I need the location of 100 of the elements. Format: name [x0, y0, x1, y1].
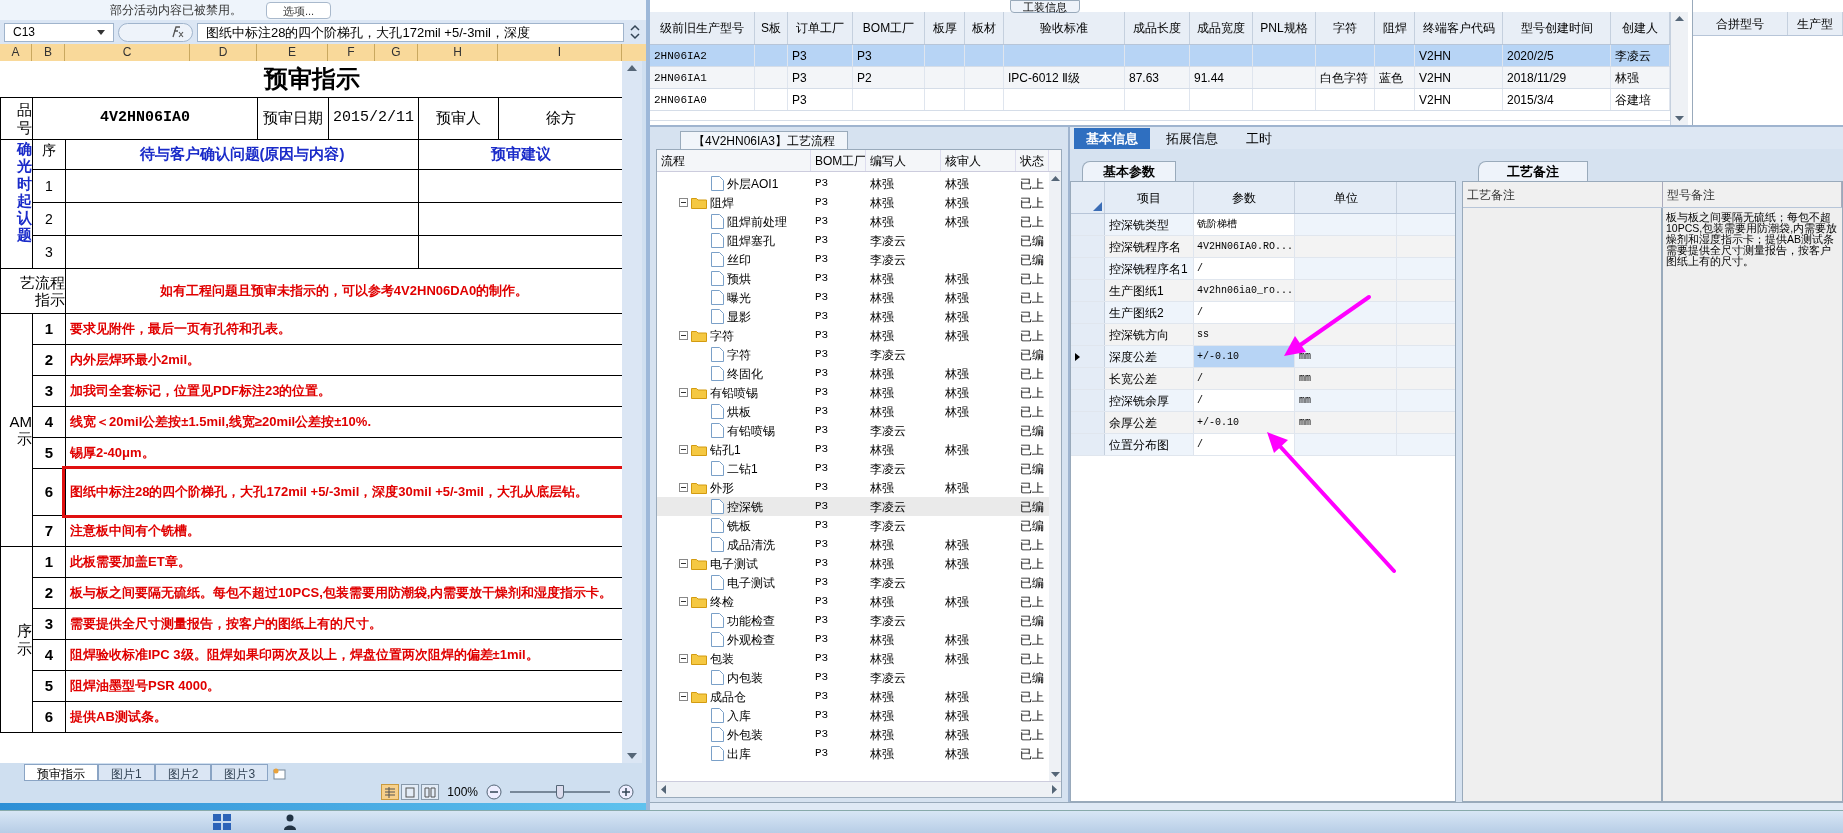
options-button[interactable]: 选项...	[266, 1, 332, 19]
column-header[interactable]: PNL规格	[1253, 12, 1316, 44]
table-cell[interactable]: 4V2HN06IA0.RO...	[1194, 236, 1295, 257]
tree-row[interactable]: 有铅喷锡 P3 李凌云 已编	[657, 421, 1049, 440]
row-selector[interactable]	[1071, 346, 1105, 367]
table-row[interactable]: 2HN06IA1 P3 P2 IPC-6012 Ⅱ级 87.63 91.44 白色字符 蓝色 V2HN 2018/11/29 林强	[650, 67, 1670, 89]
panel-tab[interactable]: 工装信息	[1010, 0, 1080, 13]
tree-row[interactable]: 二钻1 P3 李凌云 已编	[657, 459, 1049, 478]
table-cell[interactable]: 铣阶梯槽	[1194, 214, 1295, 235]
normal-view-button[interactable]	[381, 784, 400, 800]
column-header[interactable]: 编写人	[866, 150, 941, 171]
table-cell[interactable]: /	[1194, 368, 1295, 389]
column-header[interactable]: 验收标准	[1004, 12, 1125, 44]
column-header[interactable]: 工艺备注	[1463, 182, 1663, 207]
table-cell[interactable]: /	[1194, 258, 1295, 279]
column-header[interactable]: 板材	[965, 12, 1004, 44]
tree-row[interactable]: 字符 P3 林强 林强 已上	[657, 326, 1049, 345]
tree-row[interactable]: 成品清洗 P3 林强 林强 已上	[657, 535, 1049, 554]
scrollbar[interactable]	[657, 781, 1061, 797]
column-header[interactable]: 核审人	[941, 150, 1016, 171]
table-cell-text: 林强	[869, 175, 895, 193]
panel-tab[interactable]: 工艺备注	[1478, 161, 1588, 181]
tree-row[interactable]: 电子测试 P3 李凌云 已编	[657, 573, 1049, 592]
file-icon	[711, 423, 724, 438]
table-cell[interactable]: /	[1194, 302, 1295, 323]
tree-row[interactable]: 字符 P3 李凌云 已编	[657, 345, 1049, 364]
tab[interactable]: 基本信息	[1074, 128, 1150, 149]
scrollbar[interactable]	[1049, 172, 1061, 781]
column-header[interactable]: S板	[755, 12, 788, 44]
tree-row[interactable]: 外形 P3 林强 林强 已上	[657, 478, 1049, 497]
table-cell[interactable]: /	[1194, 390, 1295, 411]
column-header[interactable]: 生产型	[1788, 12, 1843, 35]
panel-tab[interactable]: 基本参数	[1082, 161, 1176, 181]
page-break-button[interactable]	[421, 784, 440, 800]
column-header[interactable]: 级前旧生产型号	[650, 12, 755, 44]
column-header[interactable]: 型号备注	[1663, 182, 1842, 207]
tree-row[interactable]: 控深铣 P3 李凌云 已编	[657, 497, 1049, 516]
column-header[interactable]: BOM工厂	[811, 150, 866, 171]
tree-row[interactable]: 功能检查 P3 李凌云 已编	[657, 611, 1049, 630]
table-row[interactable]: 2HN06IA0 P3 V2HN 2015/3/4 谷建培	[650, 89, 1670, 111]
tree-row[interactable]: 电子测试 P3 林强 林强 已上	[657, 554, 1049, 573]
column-header[interactable]: 流程	[657, 150, 811, 171]
corner-icon	[1093, 202, 1102, 211]
tree-row[interactable]: 终检 P3 林强 林强 已上	[657, 592, 1049, 611]
table-cell-text: 林强	[944, 631, 970, 649]
formula-field[interactable]: 图纸中标注28的四个阶梯孔，大孔172mil +5/-3mil，深度	[197, 22, 624, 42]
tree-row[interactable]: 烘板 P3 林强 林强 已上	[657, 402, 1049, 421]
tree-row[interactable]: 外包装 P3 林强 林强 已上	[657, 725, 1049, 744]
table-cell: V2HN	[1415, 67, 1503, 88]
column-header[interactable]: 成品长度	[1125, 12, 1190, 44]
table-cell[interactable]: 4v2hn06ia0_ro...	[1194, 280, 1295, 301]
tab[interactable]: 拓展信息	[1154, 128, 1230, 149]
tree-row[interactable]: 阻焊 P3 林强 林强 已上	[657, 193, 1049, 212]
tree-row[interactable]: 内包装 P3 李凌云 已编	[657, 668, 1049, 687]
tree-row[interactable]: 预烘 P3 林强 林强 已上	[657, 269, 1049, 288]
table-cell[interactable]: +/-0.10	[1194, 346, 1295, 367]
tree-row[interactable]: 包装 P3 林强 林强 已上	[657, 649, 1049, 668]
sheet-tab[interactable]: 预审指示	[24, 764, 98, 781]
tree-row[interactable]: 钻孔1 P3 林强 林强 已上	[657, 440, 1049, 459]
column-header[interactable]: 阻焊	[1375, 12, 1415, 44]
scrollbar[interactable]	[1670, 12, 1688, 125]
tree-row[interactable]: 入库 P3 林强 林强 已上	[657, 706, 1049, 725]
tree-row[interactable]: 外观检查 P3 林强 林强 已上	[657, 630, 1049, 649]
sheet-tab[interactable]: 图片3	[211, 764, 269, 781]
tree-row[interactable]: 终固化 P3 林强 林强 已上	[657, 364, 1049, 383]
column-header[interactable]: 参数	[1194, 182, 1295, 213]
column-header[interactable]: 订单工厂	[788, 12, 853, 44]
column-header[interactable]: 字符	[1316, 12, 1375, 44]
column-header[interactable]: 型号创建时间	[1503, 12, 1611, 44]
table-cell-text: 李凌云	[869, 574, 907, 592]
tree-row[interactable]: 显影 P3 林强 林强 已上	[657, 307, 1049, 326]
tree-row[interactable]: 曝光 P3 林强 林强 已上	[657, 288, 1049, 307]
column-header[interactable]: BOM工厂	[853, 12, 925, 44]
tab[interactable]: 工时	[1234, 128, 1284, 149]
name-box[interactable]: C13	[4, 22, 114, 42]
tree-row[interactable]: 出库 P3 林强 林强 已上	[657, 744, 1049, 763]
column-header[interactable]: 单位	[1295, 182, 1397, 213]
page-layout-button[interactable]	[401, 784, 420, 800]
tree-row[interactable]: 铣板 P3 李凌云 已编	[657, 516, 1049, 535]
tree-row[interactable]: 成品仓 P3 林强 林强 已上	[657, 687, 1049, 706]
panel-tab[interactable]: 【4V2HN06IA3】工艺流程	[680, 131, 849, 149]
column-header[interactable]: 合拼型号	[1693, 12, 1788, 35]
column-header[interactable]: 状态	[1016, 150, 1049, 171]
tree-row[interactable]: 阻焊前处理 P3 林强 林强 已上	[657, 212, 1049, 231]
tree-row[interactable]: 阻焊塞孔 P3 李凌云 已编	[657, 231, 1049, 250]
column-header[interactable]: 终端客户代码	[1415, 12, 1503, 44]
table-cell-text: P3	[814, 480, 830, 496]
column-header[interactable]: 成品宽度	[1190, 12, 1253, 44]
tree-row[interactable]: 外层AOI1 P3 林强 林强 已上	[657, 174, 1049, 193]
column-header[interactable]: 项目	[1105, 182, 1194, 213]
tree-row[interactable]: 有铅喷锡 P3 林强 林强 已上	[657, 383, 1049, 402]
slider-thumb[interactable]	[556, 785, 564, 799]
scrollbar[interactable]	[622, 61, 642, 763]
function-button[interactable]	[118, 22, 193, 42]
sheet-tab[interactable]: 图片2	[154, 764, 212, 781]
table-row[interactable]: 2HN06IA2 P3 P3 V2HN 2020/2/5 李凌云	[650, 45, 1670, 67]
folder-icon	[691, 557, 707, 570]
tree-row[interactable]: 丝印 P3 李凌云 已编	[657, 250, 1049, 269]
column-header[interactable]: 板厚	[925, 12, 965, 44]
sheet-tab[interactable]: 图片1	[98, 764, 155, 781]
